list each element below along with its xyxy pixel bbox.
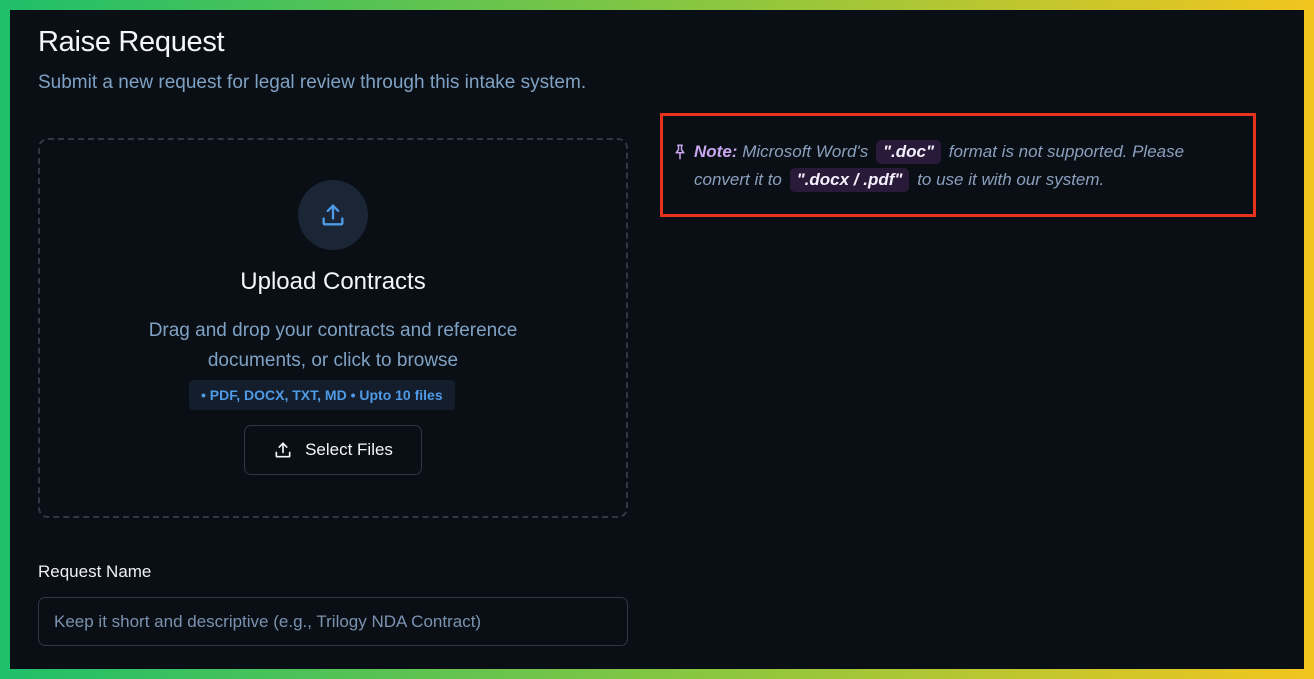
note-code-doc: ".doc" (875, 140, 942, 164)
request-name-input[interactable] (38, 597, 628, 646)
format-note: Note: Microsoft Word's ".doc" format is … (660, 113, 1256, 217)
upload-icon-circle (298, 180, 368, 250)
note-text-part-1: Microsoft Word's (742, 142, 869, 161)
upload-heading: Upload Contracts (240, 268, 426, 295)
page-title: Raise Request (38, 26, 225, 58)
select-files-button[interactable]: Select Files (244, 425, 422, 475)
select-files-label: Select Files (305, 440, 393, 459)
note-text: Note: Microsoft Word's ".doc" format is … (694, 138, 1234, 194)
upload-icon (275, 442, 291, 458)
upload-description: Drag and drop your contracts and referen… (148, 320, 518, 371)
pin-icon (675, 144, 685, 160)
upload-icon (322, 204, 344, 226)
note-label: Note: (694, 142, 738, 161)
upload-dropzone[interactable]: Upload Contracts Drag and drop your cont… (38, 138, 628, 518)
supported-formats-badge: • PDF, DOCX, TXT, MD • Upto 10 files (189, 380, 455, 410)
page-subtitle: Submit a new request for legal review th… (38, 72, 587, 93)
raise-request-page: Raise Request Submit a new request for l… (10, 10, 1304, 669)
note-text-part-3: to use it with our system. (917, 170, 1105, 189)
request-name-label: Request Name (38, 562, 152, 581)
note-code-docx-pdf: ".docx / .pdf" (789, 168, 910, 192)
